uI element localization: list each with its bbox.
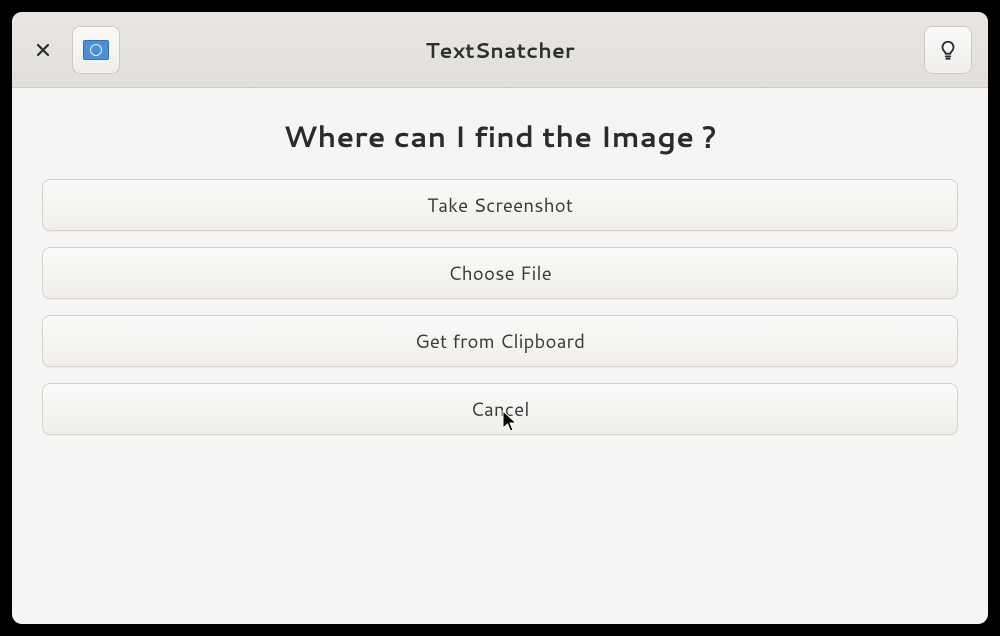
cancel-button[interactable]: Cancel bbox=[42, 383, 958, 435]
titlebar: TextSnatcher bbox=[12, 12, 988, 88]
language-flag-button[interactable] bbox=[72, 26, 120, 74]
lightbulb-icon bbox=[937, 39, 959, 61]
app-title: TextSnatcher bbox=[12, 35, 988, 65]
close-button[interactable] bbox=[28, 35, 58, 65]
main-content: Where can I find the Image ? Take Screen… bbox=[12, 88, 988, 624]
tips-button[interactable] bbox=[924, 26, 972, 74]
get-from-clipboard-button[interactable]: Get from Clipboard bbox=[42, 315, 958, 367]
close-icon bbox=[35, 42, 51, 58]
flag-icon bbox=[83, 40, 109, 60]
app-window: TextSnatcher Where can I find the Image … bbox=[12, 12, 988, 624]
take-screenshot-button[interactable]: Take Screenshot bbox=[42, 179, 958, 231]
choose-file-button[interactable]: Choose File bbox=[42, 247, 958, 299]
prompt-heading: Where can I find the Image ? bbox=[42, 116, 958, 157]
